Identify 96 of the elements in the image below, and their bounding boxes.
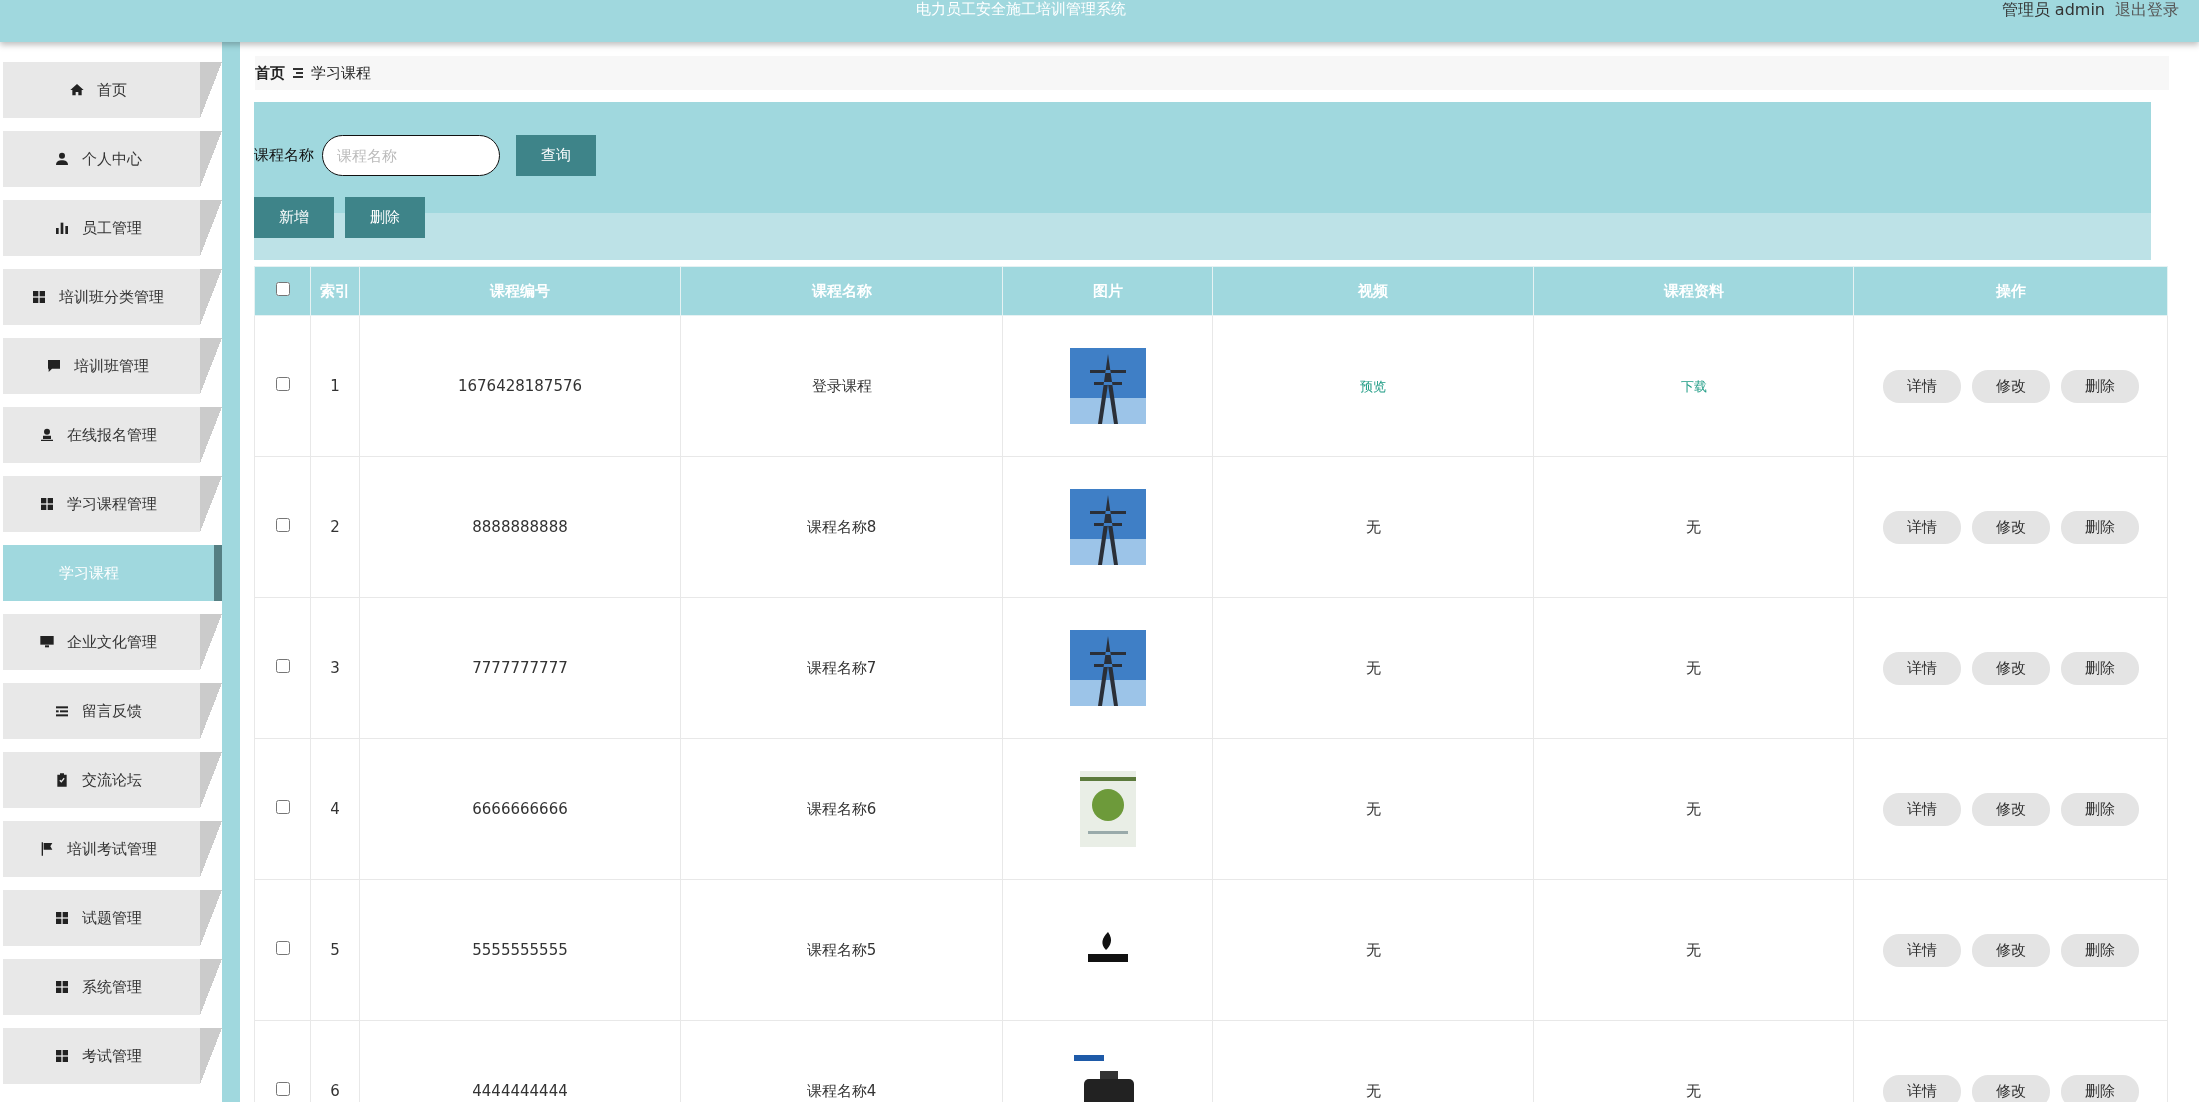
monitor-icon xyxy=(38,634,55,650)
cell-text: 无 xyxy=(1686,799,1701,818)
column-header: 课程资料 xyxy=(1533,266,1854,316)
grid-icon xyxy=(53,910,70,926)
action-button[interactable]: 修改 xyxy=(1971,651,2050,685)
row-checkbox[interactable] xyxy=(275,377,290,391)
list-icon xyxy=(53,703,70,719)
table-cell: 5555555555 xyxy=(359,879,681,1021)
table-cell: 登录课程 xyxy=(680,315,1003,457)
cell-text: 无 xyxy=(1365,799,1381,818)
row-checkbox[interactable] xyxy=(275,800,290,814)
action-button[interactable]: 修改 xyxy=(1971,510,2050,544)
select-all-checkbox[interactable] xyxy=(275,282,290,296)
action-button[interactable]: 详情 xyxy=(1882,651,1961,685)
action-button[interactable]: 删除 xyxy=(2060,651,2139,685)
sidebar-item[interactable]: 培训考试管理 xyxy=(3,821,222,877)
table-cell: 6666666666 xyxy=(359,738,681,880)
action-button[interactable]: 修改 xyxy=(1971,933,2050,967)
table-cell: 1 xyxy=(310,315,360,457)
sidebar-item[interactable]: 考试管理 xyxy=(3,1028,222,1084)
search-label: 课程名称 xyxy=(254,146,314,165)
sidebar-item[interactable]: 企业文化管理 xyxy=(3,614,222,670)
grid-icon xyxy=(53,1048,70,1064)
cell-text: 无 xyxy=(1686,658,1701,677)
cell-text: 无 xyxy=(1365,940,1381,959)
sidebar-item[interactable]: 培训班管理 xyxy=(3,338,222,394)
table-cell: 课程名称8 xyxy=(680,456,1003,598)
action-button[interactable]: 删除 xyxy=(2060,933,2139,967)
chat-icon xyxy=(46,358,62,374)
row-checkbox[interactable] xyxy=(275,659,290,673)
column-header: 图片 xyxy=(1002,266,1213,316)
user-name: 管理员 admin xyxy=(2001,0,2105,21)
action-button[interactable]: 详情 xyxy=(1882,510,1961,544)
action-button[interactable]: 修改 xyxy=(1971,369,2050,403)
cell-text: 无 xyxy=(1365,517,1381,536)
link[interactable]: 下载 xyxy=(1680,378,1707,394)
grid-icon xyxy=(31,289,47,305)
table-cell: 课程名称7 xyxy=(680,597,1003,739)
bar-chart-icon xyxy=(53,220,70,236)
sidebar-item[interactable]: 首页 xyxy=(3,62,222,118)
column-header: 课程编号 xyxy=(359,266,681,316)
breadcrumb-item: 学习课程 xyxy=(311,63,371,83)
cell-text: 无 xyxy=(1686,940,1701,959)
row-checkbox[interactable] xyxy=(275,941,290,955)
action-button[interactable]: 删除 xyxy=(2060,792,2139,826)
action-button[interactable]: 删除 xyxy=(2060,510,2139,544)
sidebar-item[interactable]: 学习课程管理 xyxy=(3,476,222,532)
system-title: 电力员工安全施工培训管理系统 xyxy=(914,0,1127,19)
cell-text: 无 xyxy=(1686,517,1701,536)
row-checkbox[interactable] xyxy=(275,518,290,532)
breadcrumb-item[interactable]: 首页 xyxy=(255,63,285,83)
home-icon xyxy=(68,82,85,98)
action-button[interactable]: 修改 xyxy=(1971,792,2050,826)
search-field[interactable]: 课程名称 xyxy=(322,135,500,176)
cell-text: 无 xyxy=(1686,1081,1701,1100)
table-cell: 1676428187576 xyxy=(359,315,681,457)
table-cell: 3 xyxy=(310,597,360,739)
sidebar-item[interactable]: 在线报名管理 xyxy=(3,407,222,463)
separator-icon xyxy=(293,67,303,79)
action-button[interactable]: 详情 xyxy=(1882,933,1961,967)
table-cell: 课程名称5 xyxy=(680,879,1003,1021)
person-icon xyxy=(38,427,55,443)
table-cell: 2 xyxy=(310,456,360,598)
logout-link[interactable]: 退出登录 xyxy=(2115,0,2179,21)
table-cell: 5 xyxy=(310,879,360,1021)
sidebar-item[interactable]: 留言反馈 xyxy=(3,683,222,739)
query-button[interactable]: 查询 xyxy=(516,135,596,176)
action-button[interactable]: 删除 xyxy=(2060,369,2139,403)
cell-text: 无 xyxy=(1365,1081,1381,1100)
toolbar-button[interactable]: 删除 xyxy=(345,197,425,238)
action-button[interactable]: 详情 xyxy=(1882,792,1961,826)
table-cell: 4 xyxy=(310,738,360,880)
column-header: 课程名称 xyxy=(680,266,1003,316)
table-cell: 7777777777 xyxy=(359,597,681,739)
cell-text: 无 xyxy=(1365,658,1381,677)
sidebar-item[interactable]: 个人中心 xyxy=(3,131,222,187)
person-icon xyxy=(53,151,70,167)
toolbar-button[interactable]: 新增 xyxy=(254,197,334,238)
grid-icon xyxy=(53,979,70,995)
action-button[interactable]: 详情 xyxy=(1882,1074,1961,1102)
column-header: 操作 xyxy=(1853,266,2168,316)
sidebar-item[interactable]: 试题管理 xyxy=(3,890,222,946)
sidebar-item[interactable]: 系统管理 xyxy=(3,959,222,1015)
sidebar-item[interactable]: 培训班分类管理 xyxy=(3,269,222,325)
action-button[interactable]: 修改 xyxy=(1971,1074,2050,1102)
column-header: 索引 xyxy=(310,266,360,316)
action-button[interactable]: 删除 xyxy=(2060,1074,2139,1102)
column-header: 视频 xyxy=(1212,266,1534,316)
sidebar-item[interactable]: 员工管理 xyxy=(3,200,222,256)
row-checkbox[interactable] xyxy=(275,1082,290,1096)
table-cell: 课程名称6 xyxy=(680,738,1003,880)
grid-icon xyxy=(38,496,55,512)
action-button[interactable]: 详情 xyxy=(1882,369,1961,403)
sidebar-item[interactable]: 交流论坛 xyxy=(3,752,222,808)
table-cell: 8888888888 xyxy=(359,456,681,598)
link[interactable]: 预览 xyxy=(1360,378,1386,394)
